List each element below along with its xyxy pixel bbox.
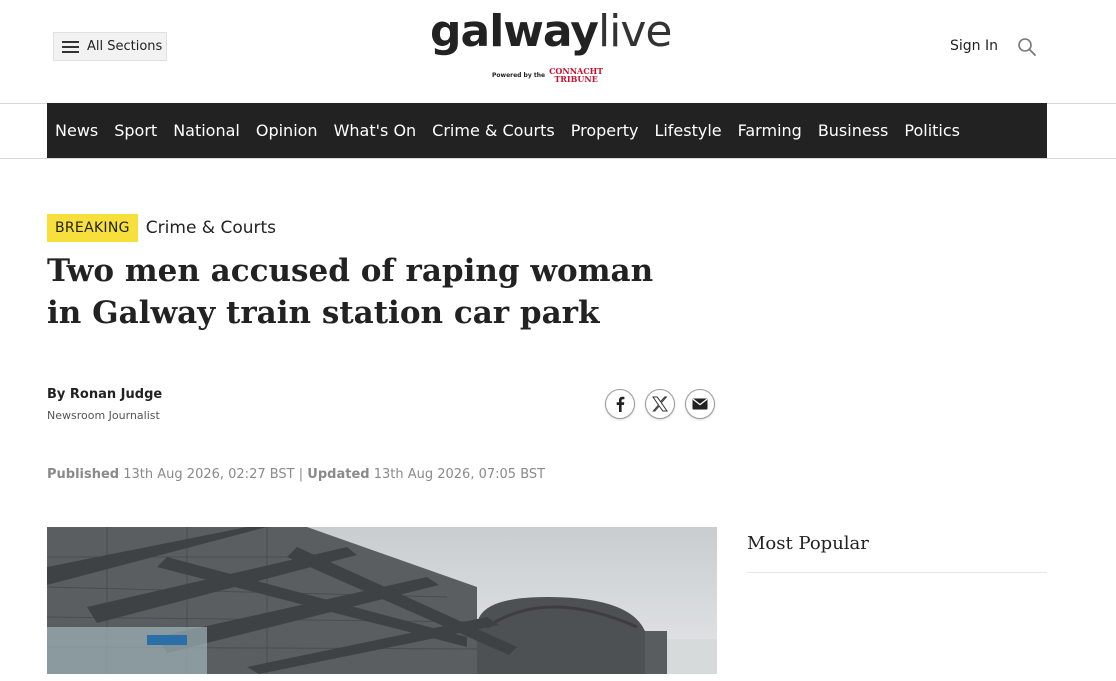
nav-item-lifestyle[interactable]: Lifestyle — [646, 121, 729, 140]
logo-bold-text: galway — [430, 6, 599, 57]
most-popular-divider — [747, 572, 1047, 573]
email-icon — [692, 398, 708, 410]
powered-by-text: Powered by the — [492, 71, 546, 79]
breaking-badge: BREAKING — [47, 214, 138, 242]
published-label: Published — [47, 467, 120, 482]
updated-label: Updated — [307, 467, 370, 482]
nav-item-news[interactable]: News — [47, 121, 106, 140]
site-header: All Sections galwaylive Powered by the C… — [0, 0, 1116, 104]
nav-item-sport[interactable]: Sport — [106, 121, 165, 140]
hero-image[interactable] — [47, 527, 717, 674]
all-sections-button[interactable]: All Sections — [53, 32, 167, 61]
all-sections-label: All Sections — [87, 39, 163, 54]
nav-item-whats-on[interactable]: What's On — [326, 121, 425, 140]
facebook-icon — [616, 396, 625, 412]
byline-prefix: By — [47, 387, 66, 402]
author-role: Newsroom Journalist — [47, 409, 160, 422]
x-icon — [652, 396, 668, 412]
article-headline: Two men accused of raping woman in Galwa… — [47, 253, 654, 331]
most-popular-heading: Most Popular — [747, 533, 869, 554]
published-date: 13th Aug 2026, 02:27 BST — [123, 467, 295, 482]
byline: By Ronan Judge — [47, 387, 162, 402]
author-link[interactable]: Ronan Judge — [70, 387, 162, 402]
nav-item-farming[interactable]: Farming — [730, 121, 810, 140]
article-dates: Published 13th Aug 2026, 02:27 BST | Upd… — [47, 467, 545, 482]
nav-item-property[interactable]: Property — [563, 121, 647, 140]
partner-logo-line2: TRIBUNE — [554, 74, 598, 84]
logo-light-text: live — [597, 6, 673, 57]
powered-by-badge: Powered by the CONNACHT TRIBUNE — [492, 66, 603, 84]
section-link[interactable]: Crime & Courts — [146, 218, 276, 238]
main-nav: News Sport National Opinion What's On Cr… — [47, 103, 1047, 158]
site-logo[interactable]: galwaylive — [430, 6, 673, 58]
email-share-button[interactable] — [685, 389, 715, 419]
search-icon[interactable] — [1017, 37, 1037, 57]
nav-item-business[interactable]: Business — [810, 121, 897, 140]
nav-item-politics[interactable]: Politics — [896, 121, 968, 140]
nav-item-opinion[interactable]: Opinion — [248, 121, 326, 140]
nav-band: News Sport National Opinion What's On Cr… — [0, 103, 1116, 159]
x-share-button[interactable] — [645, 389, 675, 419]
partner-logo: CONNACHT TRIBUNE — [549, 67, 603, 83]
hamburger-menu-icon — [62, 40, 79, 53]
sign-in-link[interactable]: Sign In — [950, 38, 998, 54]
date-separator: | — [298, 467, 304, 482]
nav-item-crime-courts[interactable]: Crime & Courts — [424, 121, 563, 140]
facebook-share-button[interactable] — [605, 389, 635, 419]
updated-date: 13th Aug 2026, 07:05 BST — [373, 467, 546, 482]
article-labels: BREAKING Crime & Courts — [47, 214, 276, 242]
train-station-photo — [47, 527, 717, 674]
nav-item-national[interactable]: National — [165, 121, 248, 140]
